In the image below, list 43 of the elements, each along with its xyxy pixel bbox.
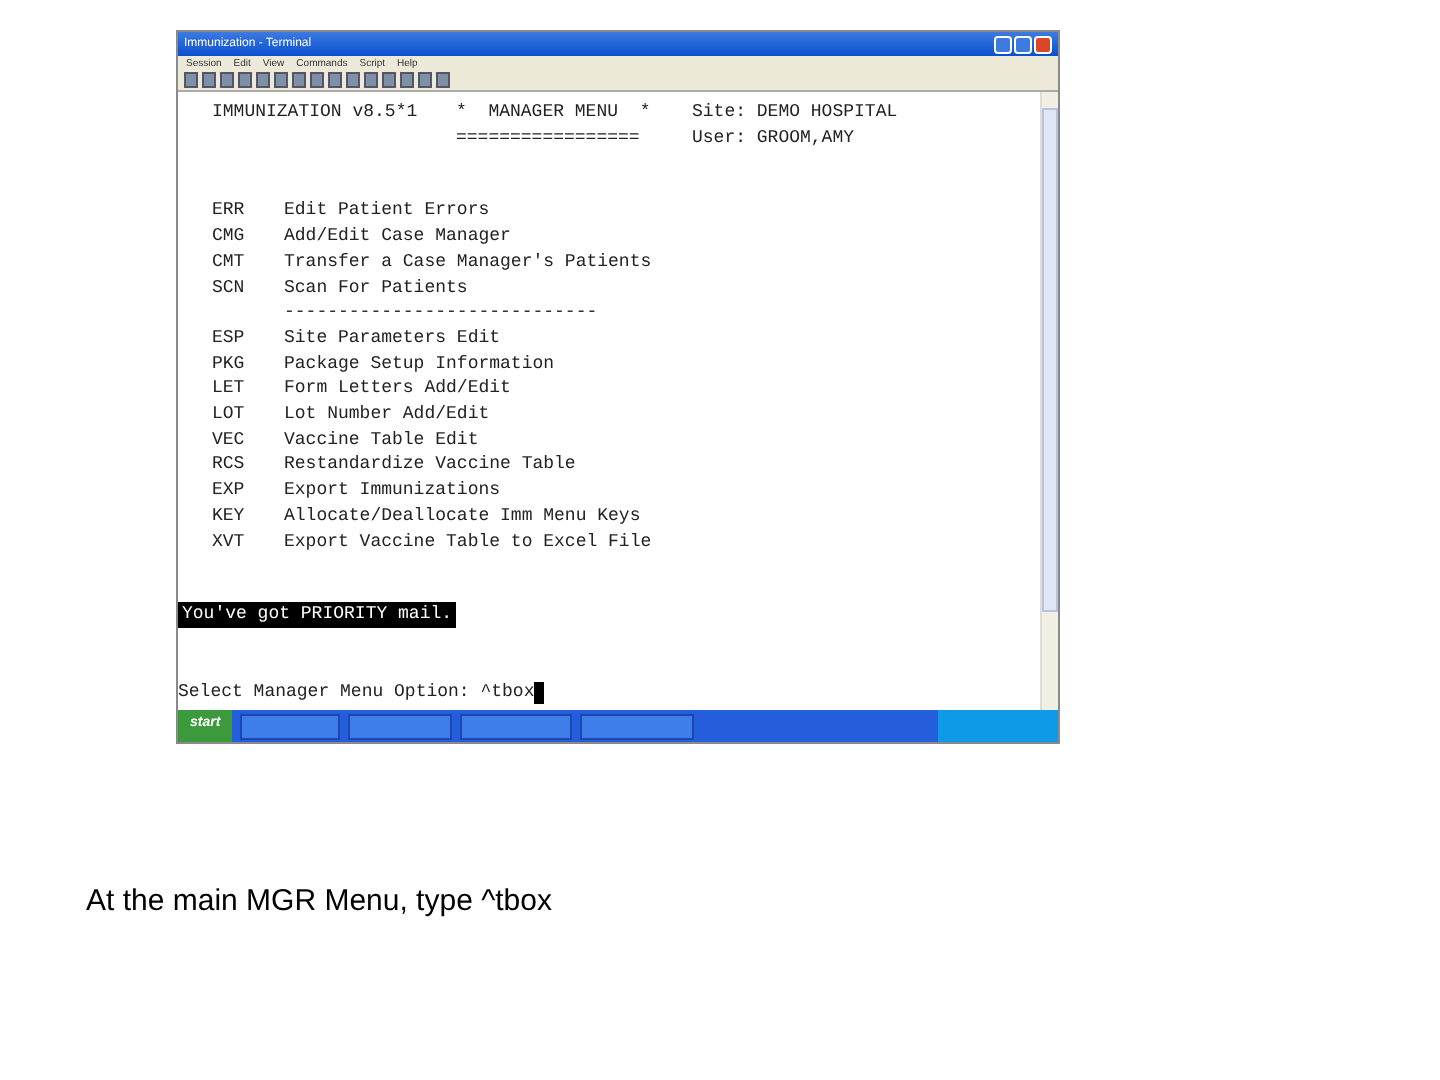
mail-notice: You've got PRIORITY mail. [178, 602, 457, 628]
menu-code: LOT [212, 402, 247, 428]
menu-option: Form Letters Add/Edit [284, 376, 511, 403]
menu-code: KEY [212, 503, 247, 530]
menu-option: Restandardize Vaccine Table [284, 452, 576, 479]
text-cursor [534, 681, 545, 704]
terminal-text: Site: DEMO HOSPITAL [692, 100, 898, 126]
menu-code: VEC [212, 427, 247, 453]
menu-option: Add/Edit Case Manager [284, 224, 511, 250]
taskbar-item[interactable] [460, 713, 573, 739]
prompt-text: Select Manager Menu Option: [178, 679, 472, 706]
terminal-text: User: GROOM,AMY [692, 125, 855, 151]
taskbar-item[interactable] [240, 713, 341, 739]
menu-option: Site Parameters Edit [284, 325, 501, 352]
menu-option: Export Immunizations [284, 478, 501, 504]
terminal-text: IMMUNIZATION v8.5*1 [212, 100, 420, 126]
menu-code: EXP [212, 478, 247, 504]
menu-option: Lot Number Add/Edit [284, 402, 490, 428]
taskbar-item[interactable] [348, 713, 453, 739]
menu-code: CMT [212, 249, 247, 276]
slide-caption: At the main MGR Menu, type ^tbox [86, 884, 554, 918]
menu-code: ESP [212, 325, 247, 352]
menu-code: RCS [212, 452, 247, 479]
taskbar-item[interactable] [580, 713, 695, 739]
menu-code: SCN [212, 275, 247, 301]
menu-option: Package Setup Information [284, 351, 555, 377]
terminal-text: * MANAGER MENU * [456, 100, 653, 126]
menu-code: LET [212, 376, 247, 403]
menu-code: CMG [212, 224, 247, 250]
menu-option: Export Vaccine Table to Excel File [284, 529, 652, 555]
menu-option: Transfer a Case Manager's Patients [284, 249, 652, 276]
terminal-text: ================= [456, 125, 642, 151]
menu-option: Scan For Patients [284, 275, 468, 301]
command-input[interactable]: ^tbox [480, 679, 535, 706]
menu-code: PKG [212, 351, 247, 377]
menu-option: Edit Patient Errors [284, 198, 490, 225]
separator-line: ----------------------------- [284, 300, 598, 326]
menu-code: ERR [212, 198, 247, 225]
menu-code: XVT [212, 529, 247, 555]
system-tray [938, 710, 1058, 742]
menu-option: Allocate/Deallocate Imm Menu Keys [284, 503, 641, 530]
menu-option: Vaccine Table Edit [284, 427, 479, 453]
scrollbar[interactable] [1040, 92, 1058, 710]
